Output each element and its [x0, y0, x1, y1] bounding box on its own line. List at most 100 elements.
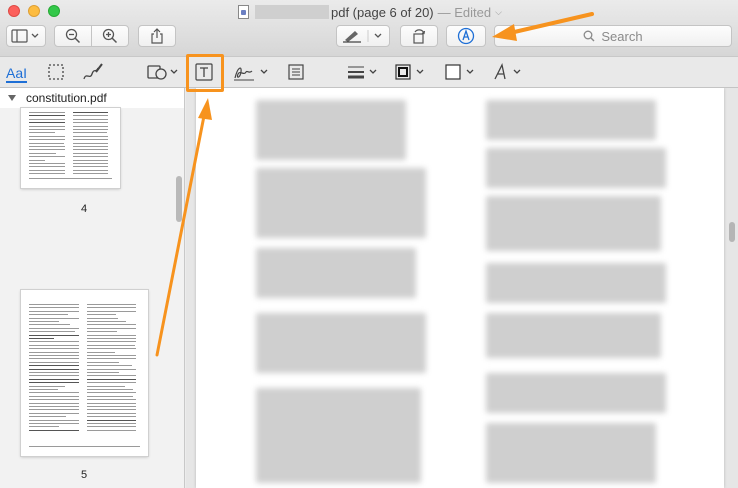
- signature-tool[interactable]: [232, 62, 272, 82]
- thumbnail-text-line: [29, 139, 65, 141]
- thumbnail-text-line: [29, 159, 46, 161]
- page-thumbnail-4[interactable]: [21, 108, 120, 188]
- sidebar-scrollbar[interactable]: [176, 176, 182, 222]
- thumbnail-text-line: [29, 331, 75, 333]
- sidebar-file-header[interactable]: constitution.pdf: [0, 88, 184, 108]
- thumbnail-text-line: [29, 399, 79, 401]
- thumbnail-text-line: [86, 382, 136, 384]
- shapes-icon: [147, 65, 178, 80]
- rectangular-selection-tool[interactable]: [46, 62, 66, 82]
- window-titlebar: pdf (page 6 of 20) — Edited ⌵ Search: [0, 0, 738, 56]
- redacted-filename: [255, 5, 329, 19]
- thumbnail-text-line: [86, 429, 136, 431]
- sketch-tool[interactable]: [82, 62, 104, 82]
- highlighter-icon: [343, 30, 382, 43]
- thumbnail-text-line: [29, 327, 79, 329]
- search-field[interactable]: Search: [494, 25, 732, 47]
- rotate-button[interactable]: [400, 25, 438, 47]
- sidebar-view-button[interactable]: [6, 25, 46, 47]
- thumbnail-text-line: [86, 338, 136, 339]
- blurred-text-block: [256, 100, 406, 160]
- thumbnail-text-line: [72, 112, 108, 113]
- line-style-tool[interactable]: [346, 62, 380, 82]
- thumbnail-text-line: [86, 385, 126, 387]
- blurred-text-block: [256, 313, 426, 373]
- thumbnail-text-line: [86, 406, 136, 407]
- thumbnail-text-line: [86, 310, 136, 312]
- page-number-label: 4: [80, 203, 88, 215]
- thumbnail-text-line: [86, 334, 136, 336]
- close-window-button[interactable]: [8, 5, 20, 17]
- thumbnail-text-line: [29, 338, 55, 339]
- thumbnail-text-line: [86, 351, 116, 353]
- thumbnail-text-line: [29, 402, 79, 404]
- thumbnail-text-line: [72, 159, 108, 161]
- thumbnail-text-line: [29, 132, 55, 134]
- thumbnail-text-line: [29, 152, 57, 154]
- blurred-text-block: [256, 168, 426, 238]
- blurred-text-block: [486, 148, 666, 188]
- blurred-text-block: [256, 248, 416, 298]
- page-number-label: 5: [80, 469, 88, 481]
- fill-color-tool[interactable]: [444, 62, 478, 82]
- thumbnail-text-line: [72, 115, 108, 117]
- thumbnail-text-line: [86, 331, 117, 333]
- thumbnail-text-line: [72, 152, 108, 154]
- minimize-window-button[interactable]: [28, 5, 40, 17]
- thumbnail-text-line: [29, 344, 79, 346]
- thumbnail-text-line: [29, 365, 79, 367]
- zoom-out-button[interactable]: [54, 25, 92, 47]
- thumbnail-text-line: [72, 166, 108, 168]
- text-style-tool[interactable]: [492, 62, 526, 82]
- markup-pen-icon: [457, 27, 475, 45]
- document-view[interactable]: [186, 88, 738, 488]
- sidebar-file-name: constitution.pdf: [26, 91, 107, 105]
- thumbnail-text-line: [86, 358, 136, 360]
- thumbnail-text-line: [29, 122, 65, 124]
- markup-toolbar-button[interactable]: [446, 25, 486, 47]
- zoom-in-button[interactable]: [91, 25, 129, 47]
- thumbnail-text-line: [86, 416, 136, 418]
- search-placeholder: Search: [601, 28, 643, 44]
- thumbnail-text-line: [29, 361, 79, 363]
- maximize-window-button[interactable]: [48, 5, 60, 17]
- pdf-page[interactable]: [196, 88, 724, 488]
- text-selection-tool[interactable]: AaI: [6, 64, 28, 84]
- thumbnail-text-line: [29, 321, 59, 322]
- thumbnail-sidebar[interactable]: constitution.pdf 4 5: [0, 88, 185, 488]
- thumbnail-text-line: [72, 169, 108, 171]
- thumbnail-text-line: [29, 169, 65, 171]
- document-scrollbar[interactable]: [729, 222, 735, 242]
- thumbnail-text-line: [29, 142, 64, 144]
- thumbnail-text-line: [29, 307, 79, 309]
- thumbnail-text-line: [29, 412, 79, 414]
- thumbnail-text-line: [72, 125, 108, 127]
- share-button[interactable]: [138, 25, 176, 47]
- thumbnail-text-line: [29, 115, 65, 117]
- pdf-document-icon: [238, 5, 249, 19]
- thumbnail-text-line: [29, 392, 79, 394]
- page-thumbnail-5[interactable]: [21, 290, 148, 456]
- thumbnail-text-line: [86, 368, 136, 370]
- shapes-tool[interactable]: [146, 62, 180, 82]
- thumbnail-text-line: [72, 146, 108, 147]
- thumbnail-footer-line: [29, 178, 112, 179]
- thumbnail-text-line: [29, 372, 79, 373]
- title-chevron-icon[interactable]: ⌵: [495, 7, 502, 18]
- zoom-out-icon: [65, 28, 81, 44]
- thumbnail-text-line: [29, 419, 79, 421]
- blurred-text-block: [486, 263, 666, 303]
- thumbnail-text-line: [72, 122, 108, 124]
- thumbnail-text-line: [29, 317, 79, 319]
- disclosure-triangle-icon[interactable]: [8, 95, 16, 101]
- thumbnail-text-line: [86, 375, 136, 377]
- note-tool[interactable]: [286, 62, 306, 82]
- thumbnail-text-line: [86, 412, 136, 414]
- border-color-tool[interactable]: [394, 62, 428, 82]
- thumbnail-text-line: [29, 112, 65, 113]
- rectangular-selection-icon: [48, 64, 64, 80]
- thumbnail-text-line: [29, 378, 79, 380]
- highlight-button[interactable]: [336, 25, 390, 47]
- thumbnail-text-line: [29, 304, 79, 305]
- edited-status[interactable]: — Edited: [438, 5, 491, 20]
